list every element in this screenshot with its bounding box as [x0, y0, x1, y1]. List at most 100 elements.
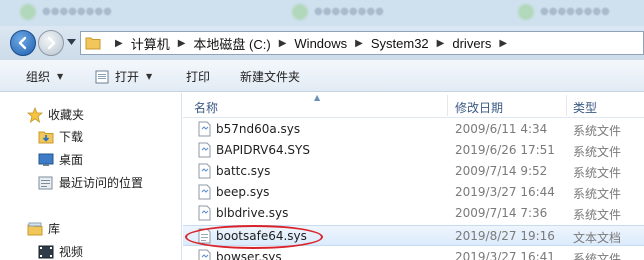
system-file-icon: [198, 249, 211, 260]
breadcrumb-separator-icon[interactable]: ▶: [279, 38, 287, 49]
sidebar-item-downloads[interactable]: 下载: [38, 128, 83, 145]
file-modified: 2009/6/11 4:34: [455, 122, 548, 136]
file-type: 系统文件: [573, 145, 622, 159]
file-name: bootsafe64.sys: [216, 229, 307, 243]
new-folder-label: 新建文件夹: [240, 70, 301, 84]
sidebar-item-label: 下载: [59, 130, 84, 144]
file-row[interactable]: BAPIDRV64.SYS 2019/6/26 17:51 系统文件: [183, 140, 644, 161]
sidebar-item-videos[interactable]: 视频: [38, 243, 83, 260]
text-document-icon: [198, 228, 211, 244]
system-file-icon: [198, 205, 211, 221]
system-file-icon: [198, 121, 211, 137]
file-type: 系统文件: [573, 187, 622, 201]
file-list: ▲ 名称 修改日期 类型 b57nd60a.sys 2009/6/11 4:34…: [183, 93, 644, 260]
open-label: 打开: [115, 70, 140, 84]
breadcrumb-windows[interactable]: Windows: [294, 36, 347, 51]
folder-icon: [85, 37, 101, 50]
system-file-icon: [198, 163, 211, 179]
file-modified: 2019/6/26 17:51: [455, 143, 555, 157]
system-file-icon: [198, 142, 211, 158]
organize-label: 组织: [26, 70, 51, 84]
sidebar-item-desktop[interactable]: 桌面: [38, 151, 83, 168]
video-library-icon: [38, 245, 54, 258]
file-modified: 2009/7/14 9:52: [455, 164, 548, 178]
file-row[interactable]: bowser.sys 2019/3/27 16:41 系统文件: [183, 247, 644, 260]
breadcrumb-separator-icon[interactable]: ▶: [437, 38, 445, 49]
breadcrumb-separator-icon[interactable]: ▶: [355, 38, 363, 49]
navigation-pane: 收藏夹 下载 桌面 最近访问的位置 库 视频: [0, 93, 182, 260]
download-folder-icon: [38, 131, 54, 143]
column-header-type[interactable]: 类型: [573, 99, 597, 116]
print-button[interactable]: 打印: [186, 68, 210, 85]
blurred-text: ●●●●●●●●: [540, 6, 610, 17]
recent-pages-dropdown-icon[interactable]: [67, 39, 76, 45]
address-row: ▶ 计算机 ▶ 本地磁盘 (C:) ▶ Windows ▶ System32 ▶…: [0, 26, 644, 60]
file-modified: 2019/8/27 19:16: [455, 229, 555, 243]
star-icon: [27, 106, 43, 123]
breadcrumb-local-disk[interactable]: 本地磁盘 (C:): [193, 34, 270, 53]
breadcrumb-separator-icon[interactable]: ▶: [499, 38, 507, 49]
file-modified: 2009/7/14 7:36: [455, 206, 548, 220]
file-type: 系统文件: [573, 252, 622, 260]
organize-button[interactable]: 组织 ▼: [26, 68, 63, 85]
recent-places-icon: [38, 176, 53, 189]
file-name: blbdrive.sys: [216, 206, 289, 220]
system-file-icon: [198, 184, 211, 200]
file-name: bowser.sys: [216, 250, 282, 260]
address-bar[interactable]: ▶ 计算机 ▶ 本地磁盘 (C:) ▶ Windows ▶ System32 ▶…: [80, 31, 644, 55]
sidebar-item-label: 桌面: [59, 153, 84, 167]
file-modified: 2019/3/27 16:44: [455, 185, 555, 199]
sidebar-item-label: 收藏夹: [48, 108, 85, 122]
arrow-right-icon: [47, 36, 56, 50]
file-type: 文本文档: [573, 231, 622, 245]
desktop-icon: [38, 153, 54, 166]
arrow-left-icon: [18, 36, 27, 50]
blurred-icon: [292, 4, 308, 20]
column-header-row: ▲ 名称 修改日期 类型: [183, 93, 644, 118]
file-type: 系统文件: [573, 124, 622, 138]
blurred-icon: [20, 4, 36, 20]
file-type: 系统文件: [573, 166, 622, 180]
column-divider[interactable]: [447, 95, 448, 116]
column-header-modified[interactable]: 修改日期: [455, 99, 503, 116]
command-bar: 组织 ▼ 打开 ▼ 打印 新建文件夹: [0, 60, 644, 92]
open-button[interactable]: 打开 ▼: [95, 68, 152, 85]
file-name: beep.sys: [216, 185, 270, 199]
sidebar-item-label: 库: [48, 222, 61, 236]
file-name: battc.sys: [216, 164, 271, 178]
breadcrumb-system32[interactable]: System32: [371, 36, 429, 51]
breadcrumb-separator-icon[interactable]: ▶: [115, 38, 123, 49]
window-background-strip: ●●●●●●●● ●●●●●●●● ●●●●●●●●: [0, 0, 644, 26]
file-name: BAPIDRV64.SYS: [216, 143, 310, 157]
blurred-text: ●●●●●●●●: [314, 6, 384, 17]
file-row-selected[interactable]: bootsafe64.sys 2019/8/27 19:16 文本文档: [183, 225, 644, 246]
back-button[interactable]: [10, 30, 36, 56]
file-name: b57nd60a.sys: [216, 122, 301, 136]
sidebar-item-label: 最近访问的位置: [59, 176, 144, 190]
file-row[interactable]: blbdrive.sys 2009/7/14 7:36 系统文件: [183, 203, 644, 224]
blurred-icon: [518, 4, 534, 20]
sidebar-item-favorites[interactable]: 收藏夹: [27, 106, 84, 123]
file-modified: 2019/3/27 16:41: [455, 250, 555, 260]
open-file-icon: [95, 70, 109, 83]
sidebar-item-libraries[interactable]: 库: [27, 220, 60, 237]
sort-ascending-icon: ▲: [314, 93, 321, 102]
library-icon: [27, 222, 43, 235]
blurred-text: ●●●●●●●●: [42, 6, 112, 17]
file-row[interactable]: beep.sys 2019/3/27 16:44 系统文件: [183, 182, 644, 203]
new-folder-button[interactable]: 新建文件夹: [240, 68, 300, 85]
forward-button[interactable]: [38, 30, 64, 56]
sidebar-item-recent-places[interactable]: 最近访问的位置: [38, 174, 143, 191]
breadcrumb-drivers[interactable]: drivers: [452, 36, 491, 51]
chevron-down-icon: ▼: [57, 72, 64, 81]
column-divider[interactable]: [566, 95, 567, 116]
breadcrumb-computer[interactable]: 计算机: [131, 34, 170, 53]
sidebar-item-label: 视频: [59, 245, 84, 259]
chevron-down-icon: ▼: [146, 72, 153, 81]
file-row[interactable]: b57nd60a.sys 2009/6/11 4:34 系统文件: [183, 119, 644, 140]
column-header-name[interactable]: 名称: [194, 99, 218, 116]
file-row[interactable]: battc.sys 2009/7/14 9:52 系统文件: [183, 161, 644, 182]
breadcrumb-separator-icon[interactable]: ▶: [178, 38, 186, 49]
file-type: 系统文件: [573, 208, 622, 222]
print-label: 打印: [186, 70, 211, 84]
